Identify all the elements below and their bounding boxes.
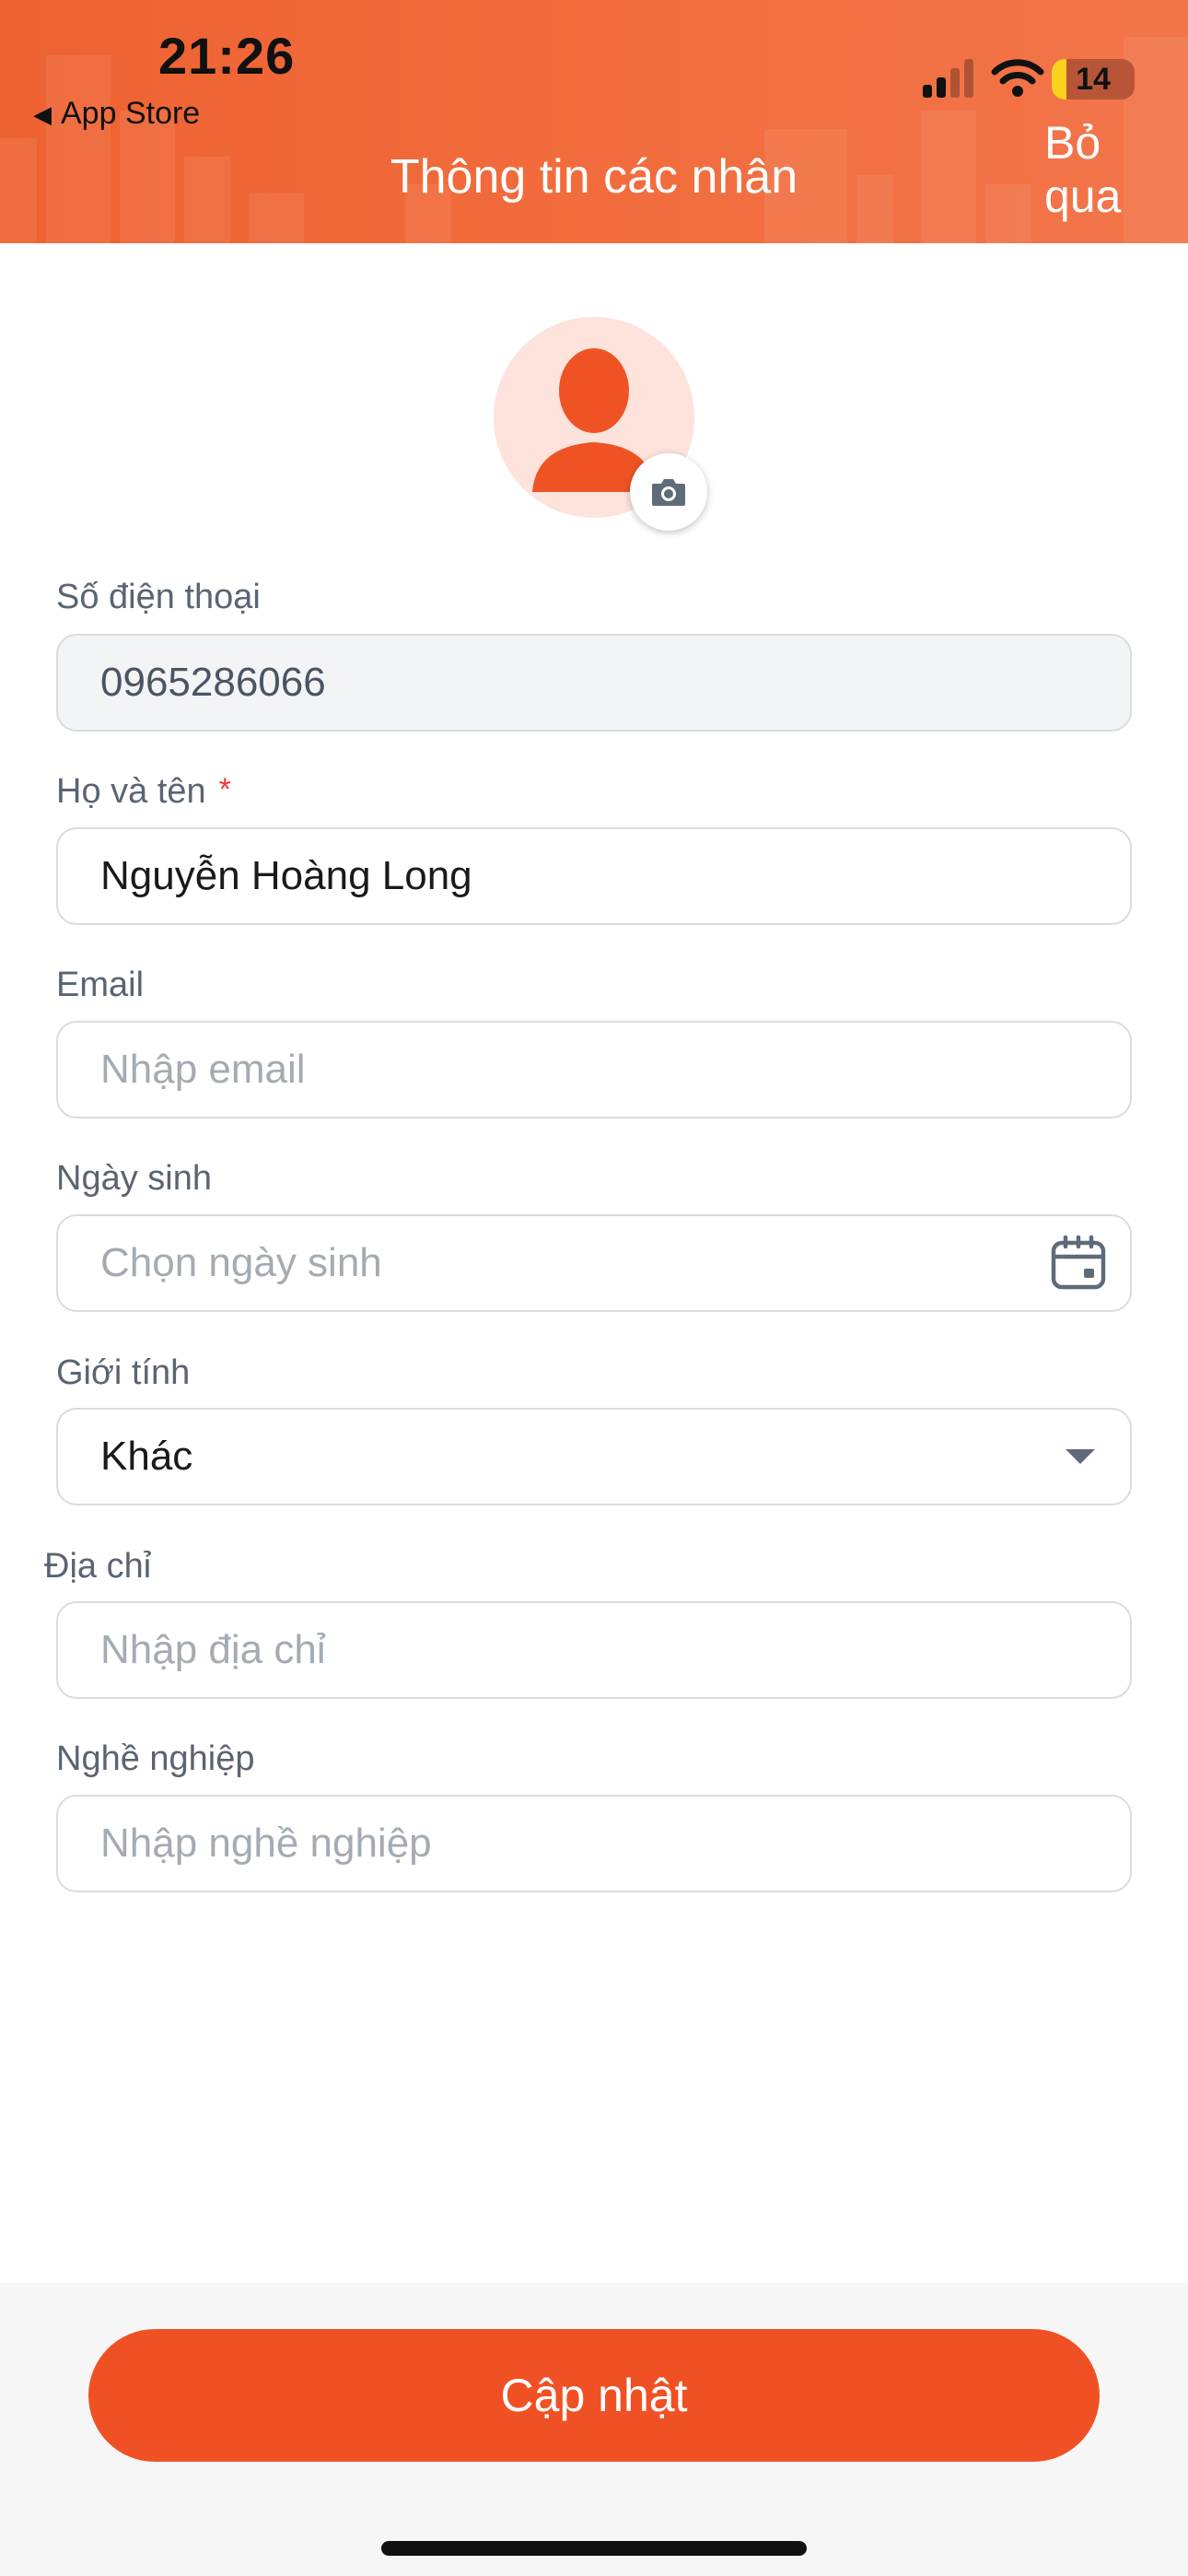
gender-label: Giới tính <box>56 1353 191 1392</box>
caret-down-icon <box>1066 1449 1095 1464</box>
status-time: 21:26 <box>158 27 296 85</box>
birthday-placeholder: Chọn ngày sinh <box>100 1240 382 1285</box>
update-button[interactable]: Cập nhật <box>88 2329 1100 2462</box>
page-title: Thông tin các nhân <box>390 150 798 204</box>
camera-button[interactable] <box>630 453 707 531</box>
name-label-text: Họ và tên <box>56 772 206 811</box>
email-label: Email <box>56 966 145 1004</box>
address-placeholder: Nhập địa chỉ <box>100 1627 326 1672</box>
full-name-input[interactable]: Nguyễn Hoàng Long <box>56 827 1132 925</box>
job-label: Nghề nghiệp <box>56 1739 255 1778</box>
birthday-label: Ngày sinh <box>56 1159 212 1198</box>
job-placeholder: Nhập nghề nghiệp <box>100 1821 432 1866</box>
cellular-signal-icon <box>923 59 973 98</box>
avatar-section[interactable] <box>494 317 707 531</box>
skip-button[interactable]: Bỏ qua <box>1044 116 1164 223</box>
address-label: Địa chỉ <box>44 1547 152 1586</box>
status-indicators: 14 <box>893 53 1188 105</box>
phone-field: 0965286066 <box>56 634 1132 732</box>
required-asterisk: * <box>218 772 231 807</box>
gender-value: Khác <box>100 1434 193 1479</box>
calendar-icon[interactable] <box>1049 1234 1108 1293</box>
camera-icon <box>652 479 685 506</box>
battery-level: 14 <box>1076 62 1111 97</box>
gender-select[interactable]: Khác <box>56 1408 1132 1505</box>
email-input[interactable]: Nhập email <box>56 1021 1132 1118</box>
address-input[interactable]: Nhập địa chỉ <box>56 1601 1132 1699</box>
header: 21:26 ◀ App Store 14 Thông tin các nhân <box>0 0 1188 243</box>
wifi-icon <box>991 59 1044 97</box>
email-placeholder: Nhập email <box>100 1047 306 1092</box>
phone-value: 0965286066 <box>100 660 326 705</box>
back-triangle-icon: ◀ <box>33 100 52 128</box>
home-indicator[interactable] <box>381 2541 807 2556</box>
profile-screen: 21:26 ◀ App Store 14 Thông tin các nhân <box>0 0 1188 2576</box>
back-label: App Store <box>61 96 201 131</box>
phone-label: Số điện thoại <box>56 578 261 616</box>
battery-indicator: 14 <box>1052 59 1135 100</box>
name-label: Họ và tên * <box>56 772 231 812</box>
back-to-app-store[interactable]: ◀ App Store <box>33 96 200 132</box>
birthday-picker[interactable]: Chọn ngày sinh <box>56 1214 1132 1312</box>
job-input[interactable]: Nhập nghề nghiệp <box>56 1795 1132 1892</box>
full-name-value: Nguyễn Hoàng Long <box>100 853 472 898</box>
